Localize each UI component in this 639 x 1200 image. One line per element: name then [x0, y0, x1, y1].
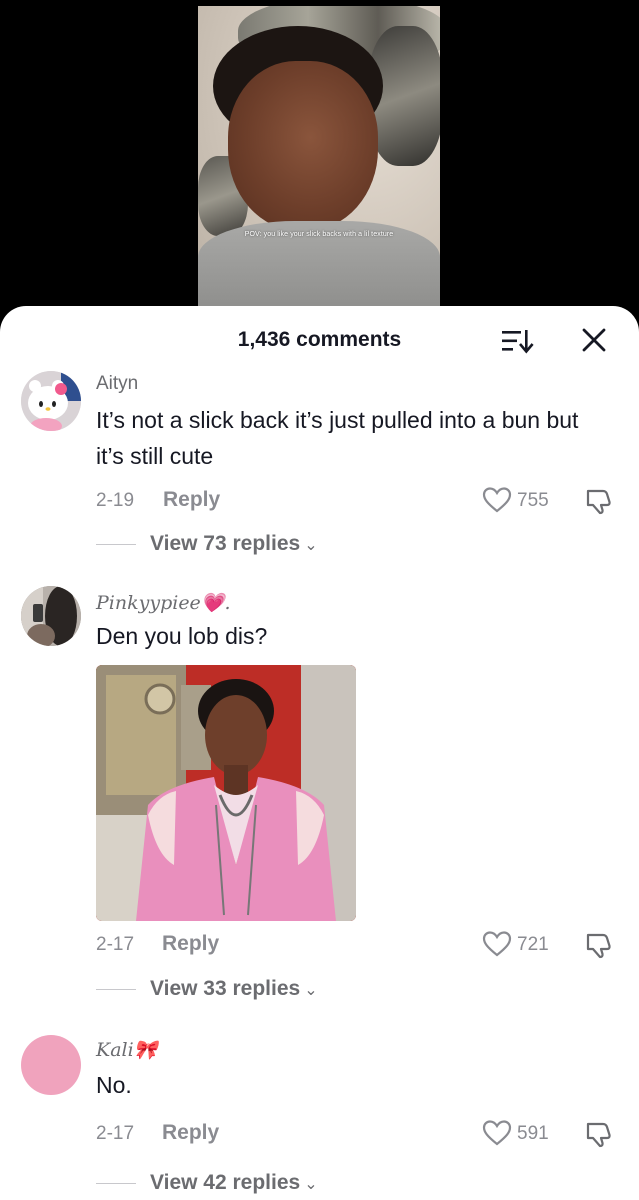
video-caption: POV: you like your slick backs with a li… — [244, 231, 394, 238]
replies-divider — [96, 1183, 136, 1184]
comment-username[interactable]: Pinkyypiee💗. — [96, 591, 231, 614]
comments-sheet: 1,436 comments Aityn It’s not a slick ba… — [0, 306, 639, 1200]
comment-item: Aityn It’s not a slick back it’s just pu… — [0, 366, 639, 586]
reply-button[interactable]: Reply — [162, 932, 219, 956]
like-count: 591 — [517, 1123, 549, 1144]
sort-icon[interactable] — [500, 328, 534, 354]
heart-icon[interactable] — [482, 930, 512, 958]
comments-header: 1,436 comments — [0, 306, 639, 372]
comment-date: 2-17 — [96, 934, 135, 955]
replies-divider — [96, 989, 136, 990]
comment-item: Pinkyypiee💗. Den you lob dis? 2-17 Reply… — [0, 584, 639, 1024]
comment-date: 2-19 — [96, 490, 135, 511]
video-player[interactable]: POV: you like your slick backs with a li… — [198, 6, 440, 306]
comment-image[interactable] — [96, 665, 356, 921]
dislike-icon[interactable] — [584, 1120, 612, 1148]
reaction-photo — [96, 665, 356, 921]
like-count: 721 — [517, 934, 549, 955]
comment-text: It’s not a slick back it’s just pulled i… — [96, 407, 579, 469]
view-replies-label: View 42 replies — [150, 1171, 301, 1194]
chevron-down-icon: ⌄ — [304, 537, 318, 554]
replies-divider — [96, 544, 136, 545]
comment-text: No. — [96, 1072, 132, 1098]
like-count: 755 — [517, 490, 549, 511]
reply-button[interactable]: Reply — [162, 1121, 219, 1145]
photo-avatar-icon — [21, 586, 81, 646]
heart-icon[interactable] — [482, 486, 512, 514]
heart-icon[interactable] — [482, 1119, 512, 1147]
chevron-down-icon: ⌄ — [304, 982, 318, 999]
video-face — [228, 61, 378, 231]
view-replies-label: View 33 replies — [150, 977, 301, 1000]
view-replies-label: View 73 replies — [150, 532, 301, 555]
close-icon[interactable] — [581, 327, 607, 353]
comment-username[interactable]: Aityn — [96, 373, 138, 395]
view-replies-button[interactable]: View 42 replies ⌄ — [150, 1171, 318, 1195]
comment-count: 1,436 comments — [237, 328, 402, 351]
chevron-down-icon: ⌄ — [304, 1176, 318, 1193]
comment-date: 2-17 — [96, 1123, 135, 1144]
avatar[interactable] — [21, 1035, 81, 1095]
dislike-icon[interactable] — [584, 931, 612, 959]
comment-item: Kali🎀 No. 2-17 Reply 591 View 42 replies… — [0, 1026, 639, 1200]
view-replies-button[interactable]: View 73 replies ⌄ — [150, 532, 318, 556]
comment-username[interactable]: Kali🎀 — [96, 1038, 157, 1061]
avatar[interactable] — [21, 586, 81, 646]
avatar[interactable] — [21, 371, 81, 431]
dislike-icon[interactable] — [584, 487, 612, 515]
hello-kitty-avatar-icon — [21, 371, 81, 431]
comment-text: Den you lob dis? — [96, 623, 268, 649]
view-replies-button[interactable]: View 33 replies ⌄ — [150, 977, 318, 1001]
reply-button[interactable]: Reply — [163, 488, 220, 512]
